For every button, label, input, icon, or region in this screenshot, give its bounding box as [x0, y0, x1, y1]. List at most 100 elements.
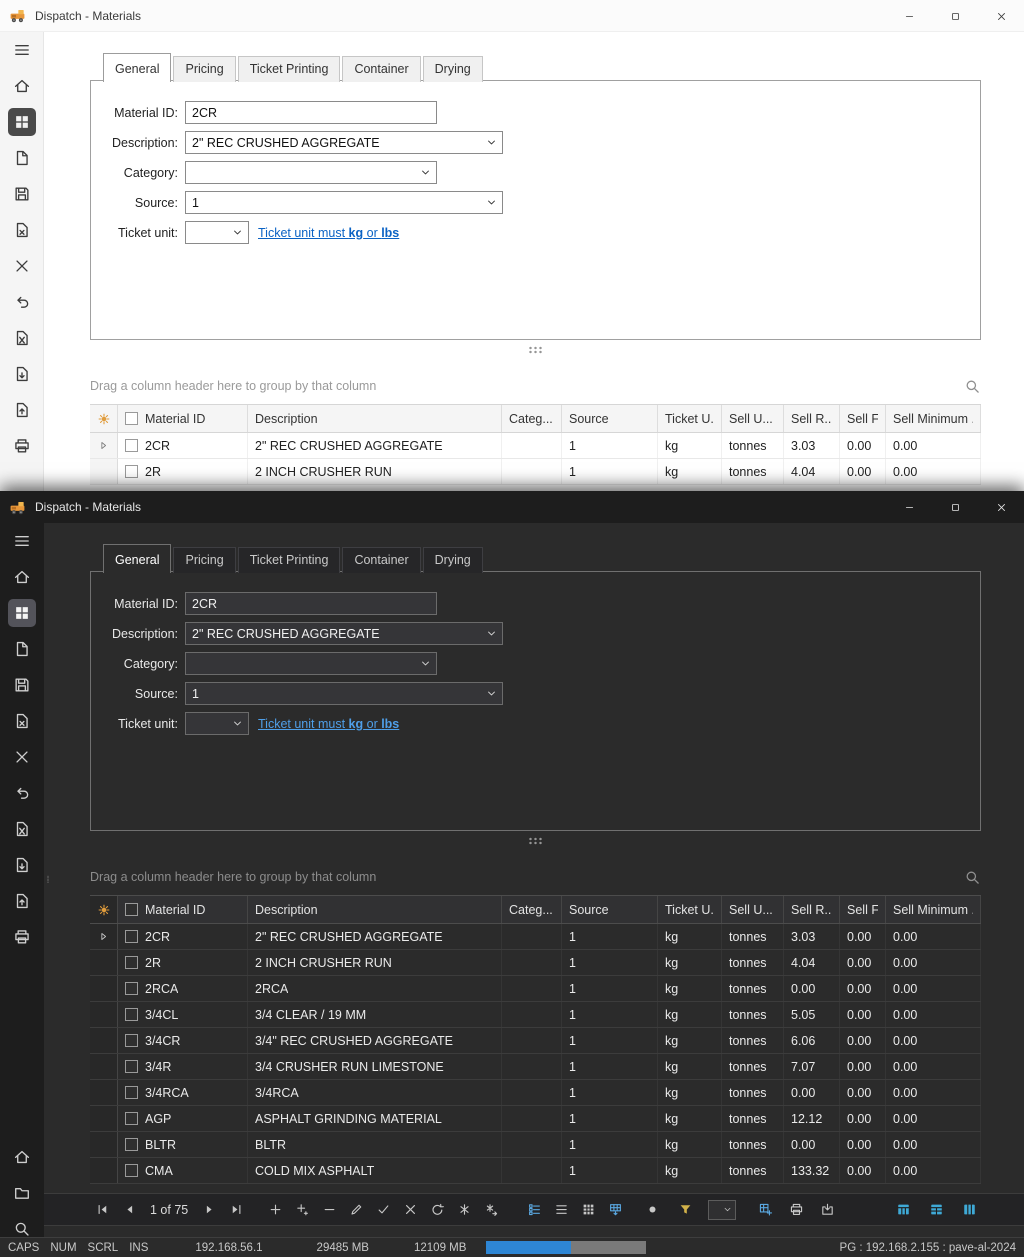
column-header-sell-r[interactable]: Sell R...	[784, 405, 840, 432]
toggle-checklist-button[interactable]	[522, 1198, 546, 1222]
sidebar-item-close[interactable]	[8, 743, 36, 771]
next-record-button[interactable]	[197, 1198, 221, 1222]
column-header-source[interactable]: Source	[562, 896, 658, 923]
sidebar-item-excel[interactable]	[8, 324, 36, 352]
sidebar-item-save[interactable]	[8, 180, 36, 208]
column-customize-button[interactable]	[90, 896, 118, 923]
prev-record-button[interactable]	[117, 1198, 141, 1222]
column-header-sell-u[interactable]: Sell U...	[722, 896, 784, 923]
description-select[interactable]: 2" REC CRUSHED AGGREGATE	[185, 131, 503, 154]
column-header-sell-minimum[interactable]: Sell Minimum ...	[886, 405, 981, 432]
toggle-grid-button[interactable]	[576, 1198, 600, 1222]
sidebar-item-undo[interactable]	[8, 288, 36, 316]
tab-ticket-printing[interactable]: Ticket Printing	[238, 56, 341, 82]
row-checkbox[interactable]	[125, 1138, 138, 1151]
column-header-material-id[interactable]: Material ID	[118, 896, 248, 923]
tab-drying[interactable]: Drying	[423, 547, 483, 573]
table-row[interactable]: 3/4CL3/4 CLEAR / 19 MM1kgtonnes5.050.000…	[90, 1002, 981, 1028]
resize-grip[interactable]	[44, 869, 52, 889]
source-select[interactable]: 1	[185, 191, 503, 214]
row-checkbox[interactable]	[125, 930, 138, 943]
group-by-area[interactable]: Drag a column header here to group by th…	[90, 863, 981, 891]
row-checkbox[interactable]	[125, 982, 138, 995]
row-checkbox[interactable]	[125, 1060, 138, 1073]
category-select[interactable]	[185, 161, 437, 184]
post-edit-button[interactable]	[371, 1198, 395, 1222]
sidebar-item-print[interactable]	[8, 923, 36, 951]
grid-add-view-button[interactable]	[753, 1198, 777, 1222]
description-select[interactable]: 2" REC CRUSHED AGGREGATE	[185, 622, 503, 645]
new-from-template-button[interactable]	[452, 1198, 476, 1222]
ticket-unit-select[interactable]	[185, 712, 249, 735]
tab-container[interactable]: Container	[342, 56, 420, 82]
table-row[interactable]: 3/4RCA3/4RCA1kgtonnes0.000.000.00	[90, 1080, 981, 1106]
splitter-handle[interactable]	[90, 346, 981, 354]
splitter-handle[interactable]	[90, 837, 981, 845]
tab-pricing[interactable]: Pricing	[173, 547, 235, 573]
new-template-arrow-button[interactable]	[479, 1198, 503, 1222]
cancel-edit-button[interactable]	[398, 1198, 422, 1222]
view-table-3-button[interactable]	[957, 1198, 981, 1222]
sidebar-item-materials[interactable]	[8, 108, 36, 136]
row-checkbox[interactable]	[125, 956, 138, 969]
column-header-categ[interactable]: Categ...	[502, 405, 562, 432]
row-checkbox[interactable]	[125, 465, 138, 478]
minimize-button[interactable]	[886, 0, 932, 32]
table-row[interactable]: 2RCA2RCA1kgtonnes0.000.000.00	[90, 976, 981, 1002]
sidebar-item-undo[interactable]	[8, 779, 36, 807]
column-header-description[interactable]: Description	[248, 896, 502, 923]
table-row[interactable]: 2R2 INCH CRUSHER RUN1kgtonnes4.040.000.0…	[90, 950, 981, 976]
search-icon[interactable]	[964, 869, 981, 886]
sidebar-item-doc-up[interactable]	[8, 887, 36, 915]
table-row[interactable]: AGPASPHALT GRINDING MATERIAL1kgtonnes12.…	[90, 1106, 981, 1132]
tab-drying[interactable]: Drying	[423, 56, 483, 82]
table-row[interactable]: 2CR2" REC CRUSHED AGGREGATE1kgtonnes3.03…	[90, 433, 981, 459]
delete-record-button[interactable]	[317, 1198, 341, 1222]
tab-container[interactable]: Container	[342, 547, 420, 573]
sidebar-item-home[interactable]	[8, 72, 36, 100]
table-row[interactable]: 2R2 INCH CRUSHER RUN1kgtonnes4.040.000.0…	[90, 459, 981, 485]
row-checkbox[interactable]	[125, 1086, 138, 1099]
filter-button[interactable]	[673, 1198, 697, 1222]
row-checkbox[interactable]	[125, 1034, 138, 1047]
minimize-button[interactable]	[886, 491, 932, 523]
column-header-description[interactable]: Description	[248, 405, 502, 432]
view-table-1-button[interactable]	[891, 1198, 915, 1222]
material-id-input[interactable]	[185, 592, 437, 615]
column-header-sell-u[interactable]: Sell U...	[722, 405, 784, 432]
view-table-2-button[interactable]	[924, 1198, 948, 1222]
tab-general[interactable]: General	[103, 544, 171, 573]
column-header-sell-f[interactable]: Sell F...	[840, 896, 886, 923]
print-grid-button[interactable]	[784, 1198, 808, 1222]
sidebar-item-document[interactable]	[8, 144, 36, 172]
column-header-categ[interactable]: Categ...	[502, 896, 562, 923]
sidebar-item-excel[interactable]	[8, 815, 36, 843]
maximize-button[interactable]	[932, 491, 978, 523]
sidebar-item-doc-down[interactable]	[8, 360, 36, 388]
row-checkbox[interactable]	[125, 439, 138, 452]
material-id-input[interactable]	[185, 101, 437, 124]
column-header-ticket-u[interactable]: Ticket U...	[658, 405, 722, 432]
table-row[interactable]: 2CR2" REC CRUSHED AGGREGATE1kgtonnes3.03…	[90, 924, 981, 950]
tab-ticket-printing[interactable]: Ticket Printing	[238, 547, 341, 573]
sidebar-item-home[interactable]	[8, 1143, 36, 1171]
sidebar-item-home[interactable]	[8, 563, 36, 591]
category-select[interactable]	[185, 652, 437, 675]
sidebar-item-close[interactable]	[8, 252, 36, 280]
sidebar-item-doc-up[interactable]	[8, 396, 36, 424]
first-record-button[interactable]	[90, 1198, 114, 1222]
ticket-unit-select[interactable]	[185, 221, 249, 244]
table-row[interactable]: 3/4CR3/4" REC CRUSHED AGGREGATE1kgtonnes…	[90, 1028, 981, 1054]
search-icon[interactable]	[964, 378, 981, 395]
ticket-unit-warning-link[interactable]: Ticket unit must kg or lbs	[258, 226, 399, 240]
table-row[interactable]: 3/4R3/4 CRUSHER RUN LIMESTONE1kgtonnes7.…	[90, 1054, 981, 1080]
sidebar-item-document[interactable]	[8, 635, 36, 663]
sidebar-item-document-x[interactable]	[8, 707, 36, 735]
sidebar-item-menu[interactable]	[8, 36, 36, 64]
sidebar-item-doc-down[interactable]	[8, 851, 36, 879]
close-button[interactable]	[978, 491, 1024, 523]
tab-general[interactable]: General	[103, 53, 171, 82]
insert-record-button[interactable]	[290, 1198, 314, 1222]
filter-combo[interactable]	[708, 1200, 736, 1220]
table-row[interactable]: BLTRBLTR1kgtonnes0.000.000.00	[90, 1132, 981, 1158]
